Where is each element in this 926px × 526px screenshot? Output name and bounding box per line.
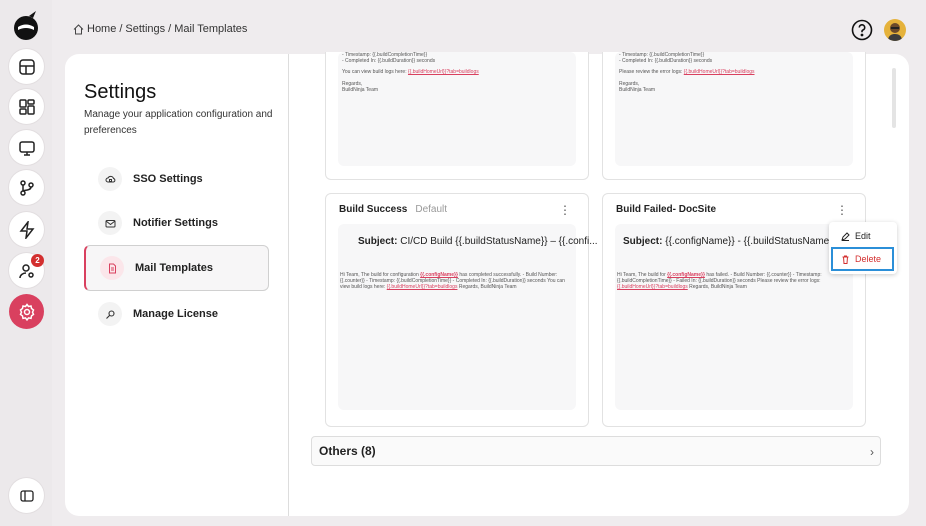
subject-text: {{.configName}} - {{.buildStatusName(str <box>665 236 843 247</box>
help-icon[interactable] <box>851 19 873 41</box>
delete-menu-item[interactable]: Delete <box>831 247 894 271</box>
body-text: Regards, BuildNinja Team <box>689 284 747 290</box>
scrollbar[interactable] <box>892 68 896 128</box>
page-description: Manage your application configuration an… <box>84 109 273 136</box>
preview-line: You can view build logs here: {{.buildHo… <box>342 69 572 75</box>
default-tag: Default <box>415 204 448 215</box>
home-icon[interactable] <box>73 23 84 35</box>
breadcrumb-separator: / <box>119 23 123 35</box>
more-options-icon[interactable]: ⋮ <box>559 204 571 216</box>
preview-link[interactable]: {{.buildHomeUrl}}?tab=buildlogs <box>408 69 479 75</box>
context-menu: Edit Delete <box>829 222 897 274</box>
preview-text: Please review the error logs: <box>619 69 683 75</box>
subject-text: CI/CD Build {{.buildStatusName}} – {{.co… <box>400 236 598 247</box>
dashboard-icon[interactable] <box>9 49 44 84</box>
preview-line: Please review the error logs: {{.buildHo… <box>619 69 849 75</box>
nav-notifier-settings[interactable]: Notifier Settings <box>84 200 269 246</box>
nav-manage-license[interactable]: Manage License <box>84 291 269 337</box>
breadcrumb-current: Mail Templates <box>174 23 248 35</box>
others-accordion[interactable]: Others (8) › <box>311 436 881 466</box>
subject-label: Subject: <box>623 236 663 247</box>
top-bar: Home / Settings / Mail Templates <box>52 0 926 54</box>
edit-menu-item[interactable]: Edit <box>841 231 871 241</box>
lightning-icon[interactable] <box>9 212 44 247</box>
divider <box>288 54 289 516</box>
document-icon <box>100 256 124 280</box>
delete-label: Delete <box>855 254 882 264</box>
card-title-text: Build Failed- DocSite <box>616 204 717 215</box>
template-preview: - Timestamp: {{.buildCompletionTime}} - … <box>338 52 576 166</box>
pencil-icon <box>841 231 850 241</box>
settings-panel: Settings Manage your application configu… <box>65 52 909 516</box>
trash-icon <box>842 255 849 264</box>
nav-label: Notifier Settings <box>133 217 218 229</box>
git-branch-icon[interactable] <box>9 170 44 205</box>
nav-sso-settings[interactable]: SSO Settings <box>84 156 269 202</box>
preview-text: You can view build logs here: <box>342 69 407 75</box>
card-title: Build Success Default <box>339 204 447 215</box>
collapse-sidebar-icon[interactable] <box>9 478 44 513</box>
email-subject: Subject: CI/CD Build {{.buildStatusName}… <box>358 236 598 247</box>
grid-icon[interactable] <box>9 89 44 124</box>
subject-label: Subject: <box>358 236 398 247</box>
notification-badge: 2 <box>31 254 44 267</box>
nav-label: Manage License <box>133 308 218 320</box>
template-preview: Subject: CI/CD Build {{.buildStatusName}… <box>338 224 598 410</box>
breadcrumb: Home / Settings / Mail Templates <box>73 23 247 35</box>
edit-label: Edit <box>855 231 871 241</box>
template-preview: Subject: {{.configName}} - {{.buildStatu… <box>615 224 853 410</box>
monitor-icon[interactable] <box>9 130 44 165</box>
body-text: Regards, BuildNinja Team <box>458 284 517 290</box>
key-icon <box>98 302 122 326</box>
email-body: Hi Team, The build for {{.configName}} h… <box>617 272 853 290</box>
card-title-text: Build Success <box>339 204 408 215</box>
body-link[interactable]: {{.buildHomeUrl}}?tab=buildlogs <box>387 284 458 290</box>
others-label: Others (8) <box>319 444 376 458</box>
chevron-right-icon: › <box>870 445 874 459</box>
preview-line: BuildNinja Team <box>342 87 379 93</box>
settings-gear-icon[interactable] <box>9 294 44 329</box>
template-card-build-success[interactable]: Build Success Default ⋮ Subject: CI/CD Bu… <box>325 193 598 427</box>
breadcrumb-settings[interactable]: Settings <box>125 23 165 35</box>
template-preview: - Timestamp: {{.buildCompletionTime}} - … <box>615 52 853 166</box>
card-title: Build Failed- DocSite <box>616 204 716 215</box>
user-avatar[interactable] <box>884 19 906 41</box>
nav-label: Mail Templates <box>135 262 214 274</box>
nav-label: SSO Settings <box>133 173 203 185</box>
template-card: - Timestamp: {{.buildCompletionTime}} - … <box>602 52 866 180</box>
nav-mail-templates[interactable]: Mail Templates <box>84 245 269 291</box>
breadcrumb-separator: / <box>168 23 172 35</box>
breadcrumb-home[interactable]: Home <box>87 23 116 35</box>
more-options-icon[interactable]: ⋮ <box>836 204 848 216</box>
page-title: Settings <box>84 81 157 103</box>
email-subject: Subject: {{.configName}} - {{.buildStatu… <box>623 236 843 247</box>
cloud-lock-icon <box>98 167 122 191</box>
body-link[interactable]: {{.buildHomeUrl}}?tab=buildlogs <box>617 284 688 290</box>
preview-link[interactable]: {{.buildHomeUrl}}?tab=buildlogs <box>684 69 755 75</box>
template-card-build-failed[interactable]: Build Failed- DocSite ⋮ Subject: {{.conf… <box>602 193 866 427</box>
preview-line: - Completed In: {{.buildDuration}} secon… <box>342 58 436 64</box>
buildninja-logo[interactable] <box>11 10 41 42</box>
sidebar-rail: 2 <box>0 0 52 526</box>
mail-icon <box>98 211 122 235</box>
email-body: Hi Team, The build for configuration {{.… <box>340 272 576 290</box>
preview-line: - Completed In: {{.buildDuration}} secon… <box>619 58 713 64</box>
preview-line: BuildNinja Team <box>619 87 656 93</box>
template-card: - Timestamp: {{.buildCompletionTime}} - … <box>325 52 589 180</box>
